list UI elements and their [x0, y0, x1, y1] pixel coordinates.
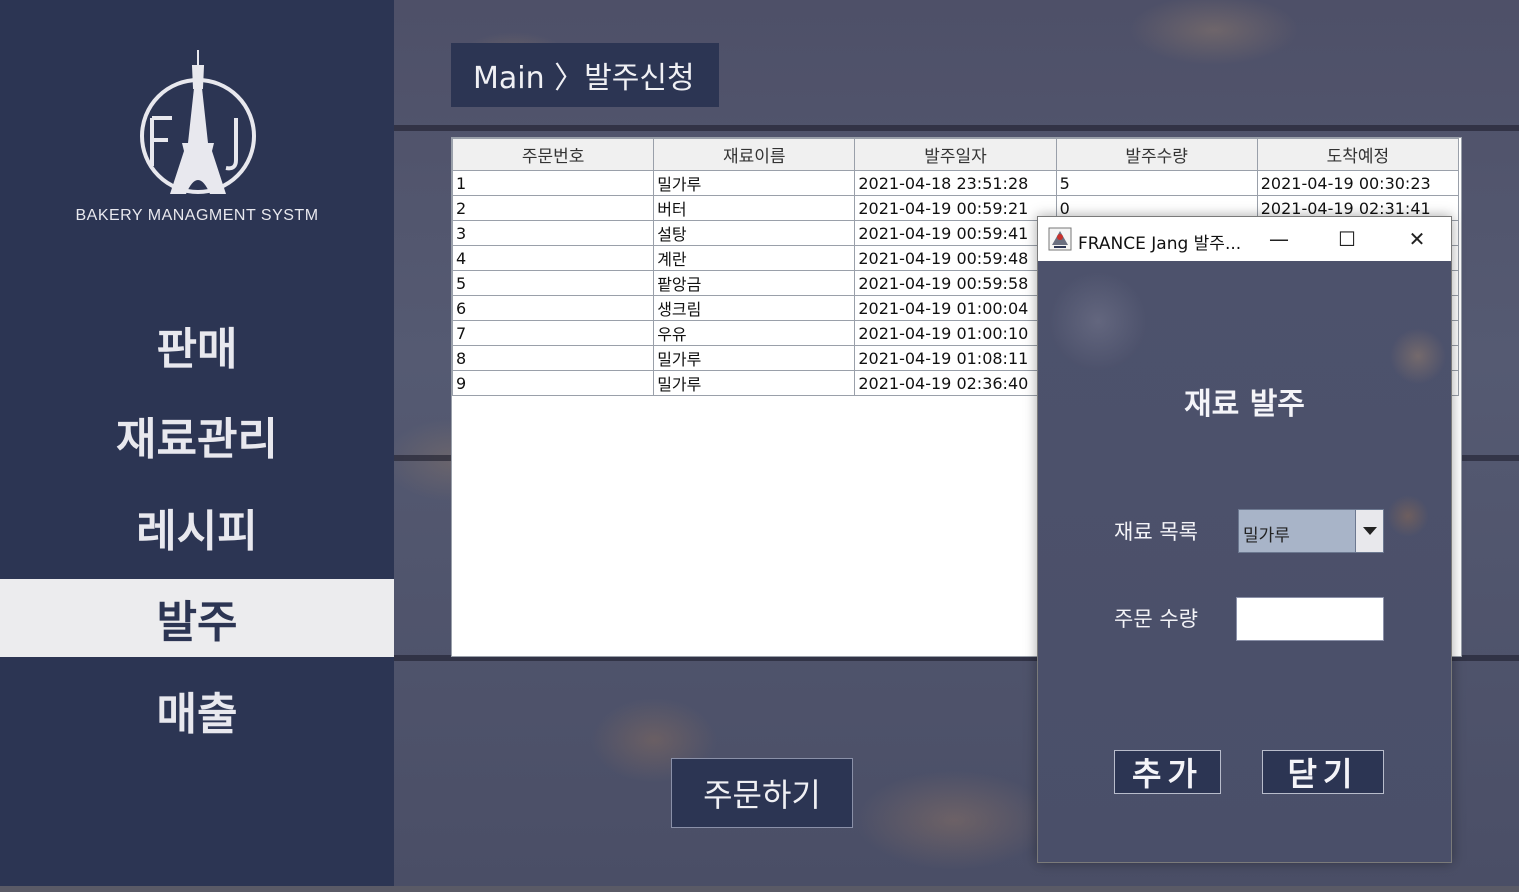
material-select-value: 밀가루: [1243, 526, 1290, 546]
table-cell: 2021-04-19 00:59:48: [854, 245, 1057, 271]
table-cell: 설탕: [653, 220, 856, 246]
close-window-button[interactable]: ✕: [1382, 217, 1452, 261]
table-cell: 생크림: [653, 295, 856, 321]
minimize-icon: —: [1269, 227, 1289, 251]
nav-item-label: 판매: [156, 324, 238, 375]
table-row[interactable]: 1 밀가루 2021-04-18 23:51:28 5 2021-04-19 0…: [451, 170, 1460, 196]
dialog-title: FRANCE Jang 발주...: [1078, 234, 1242, 254]
table-cell: 우유: [653, 320, 856, 346]
table-cell: 밀가루: [653, 170, 856, 196]
order-dialog: FRANCE Jang 발주... — ☐ ✕ 재료 발주 재료 목록 밀가루 …: [1037, 216, 1452, 863]
quantity-input[interactable]: [1236, 597, 1384, 641]
minimize-button[interactable]: —: [1244, 217, 1314, 261]
table-header-row: 주문번호 재료이름 발주일자 발주수량 도착예정: [451, 138, 1460, 171]
column-header[interactable]: 재료이름: [653, 138, 856, 171]
table-cell: 8: [451, 345, 655, 371]
eiffel-logo-icon: [140, 50, 256, 194]
dialog-heading: 재료 발주: [1184, 387, 1305, 422]
nav-item-label: 매출: [156, 689, 238, 740]
nav-item-revenue[interactable]: 매출: [0, 671, 394, 749]
table-cell: 계란: [653, 245, 856, 271]
dialog-titlebar[interactable]: FRANCE Jang 발주... — ☐ ✕: [1038, 217, 1451, 261]
nav-item-orders[interactable]: 발주: [0, 579, 394, 657]
material-label: 재료 목록: [1114, 520, 1198, 544]
app-icon: [1048, 227, 1072, 251]
table-cell: 7: [451, 320, 655, 346]
column-header[interactable]: 주문번호: [451, 138, 655, 171]
column-header[interactable]: 발주수량: [1055, 138, 1258, 171]
table-cell: 5: [1055, 170, 1258, 196]
table-cell: 2021-04-19 00:59:21: [854, 195, 1057, 221]
table-cell: 2021-04-19 01:08:11: [854, 345, 1057, 371]
table-cell: 2021-04-19 00:59:58: [854, 270, 1057, 296]
table-cell: 2: [451, 195, 655, 221]
nav-item-materials[interactable]: 재료관리: [0, 396, 394, 474]
nav-item-recipe[interactable]: 레시피: [0, 488, 394, 566]
breadcrumb: Main 〉발주신청: [451, 43, 719, 107]
sidebar: BAKERY MANAGMENT SYSTM 판매 재료관리 레시피 발주 매출: [0, 0, 394, 892]
table-cell: 9: [451, 370, 655, 396]
table-cell: 6: [451, 295, 655, 321]
table-cell: 2021-04-19 00:30:23: [1256, 170, 1460, 196]
table-cell: 밀가루: [653, 370, 856, 396]
table-cell: 5: [451, 270, 655, 296]
table-cell: 4: [451, 245, 655, 271]
table-cell: 버터: [653, 195, 856, 221]
quantity-label: 주문 수량: [1114, 607, 1198, 631]
dialog-body: 재료 발주 재료 목록 밀가루 주문 수량 추가 닫기: [1038, 261, 1451, 862]
column-header[interactable]: 도착예정: [1256, 138, 1460, 171]
table-cell: 3: [451, 220, 655, 246]
close-icon: ✕: [1408, 227, 1426, 251]
chevron-down-icon[interactable]: [1355, 510, 1383, 552]
close-button[interactable]: 닫기: [1262, 750, 1384, 794]
add-button[interactable]: 추가: [1114, 750, 1221, 794]
nav-item-label: 발주: [156, 597, 238, 648]
table-cell: 1: [451, 170, 655, 196]
maximize-button[interactable]: ☐: [1312, 217, 1382, 261]
maximize-icon: ☐: [1338, 227, 1356, 251]
table-cell: 밀가루: [653, 345, 856, 371]
place-order-button[interactable]: 주문하기: [671, 758, 853, 828]
nav-item-label: 레시피: [136, 506, 258, 557]
taskbar-edge: [0, 886, 1519, 892]
table-cell: 팥앙금: [653, 270, 856, 296]
table-cell: 2021-04-18 23:51:28: [854, 170, 1057, 196]
brand-name: BAKERY MANAGMENT SYSTM: [75, 207, 319, 224]
table-cell: 2021-04-19 01:00:04: [854, 295, 1057, 321]
nav-item-sales[interactable]: 판매: [0, 306, 394, 384]
column-header[interactable]: 발주일자: [854, 138, 1057, 171]
nav-item-label: 재료관리: [116, 414, 278, 465]
material-select[interactable]: 밀가루: [1238, 509, 1384, 553]
table-cell: 2021-04-19 02:36:40: [854, 370, 1057, 396]
table-cell: 2021-04-19 00:59:41: [854, 220, 1057, 246]
table-cell: 2021-04-19 01:00:10: [854, 320, 1057, 346]
background-shelf: [394, 125, 1519, 131]
